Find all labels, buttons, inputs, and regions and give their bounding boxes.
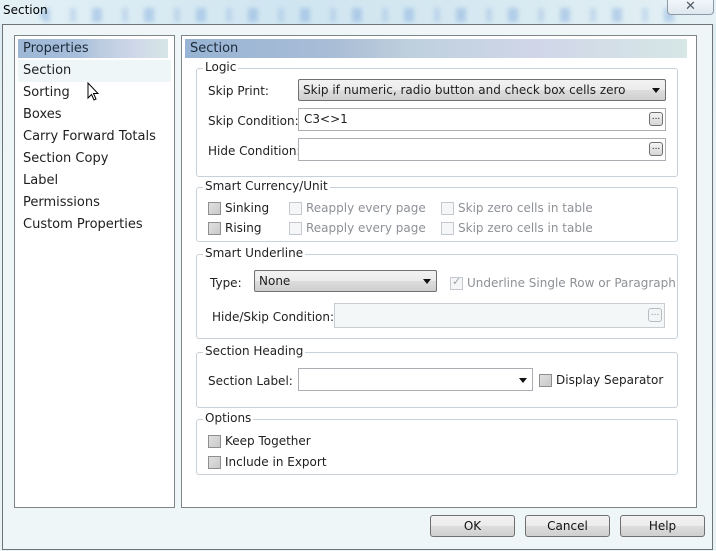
skip-zero-rising-label: Skip zero cells in table	[458, 221, 593, 235]
options-group: Options Keep Together Include in Export	[196, 411, 678, 475]
skip-zero-sinking-label: Skip zero cells in table	[458, 201, 593, 215]
checkbox-box	[539, 373, 552, 387]
skip-print-label: Skip Print:	[208, 84, 269, 98]
reapply-sinking-label: Reapply every page	[306, 201, 426, 215]
smart-underline-group: Smart Underline Type: None Underline Sin…	[196, 246, 678, 339]
section-heading-group: Section Heading Section Label: Display S…	[196, 344, 678, 408]
section-panel: Section Logic Skip Print: Skip if numeri…	[181, 35, 697, 508]
options-group-title: Options	[203, 411, 254, 425]
rising-checkbox[interactable]: Rising	[208, 221, 261, 235]
nav-item-carry-forward-totals[interactable]: Carry Forward Totals	[18, 126, 171, 148]
skip-condition-label: Skip Condition:	[208, 114, 299, 128]
cancel-button[interactable]: Cancel	[525, 515, 610, 537]
skip-print-select[interactable]: Skip if numeric, radio button and check …	[298, 79, 666, 101]
rising-label: Rising	[225, 221, 262, 235]
hide-skip-condition-label: Hide/Skip Condition:	[212, 310, 335, 324]
checkbox-box	[208, 221, 221, 235]
hide-skip-condition-input[interactable]: ...	[334, 303, 665, 328]
nav-item-custom-properties[interactable]: Custom Properties	[18, 214, 171, 236]
display-separator-label: Display Separator	[556, 373, 664, 387]
checkbox-box	[441, 201, 454, 215]
skip-print-value: Skip if numeric, radio button and check …	[303, 83, 626, 97]
section-header: Section	[185, 39, 687, 58]
close-button[interactable]: ✕	[667, 0, 714, 15]
underline-single-row-checkbox[interactable]: Underline Single Row or Paragraph	[450, 275, 676, 290]
logic-group: Logic Skip Print: Skip if numeric, radio…	[196, 60, 678, 177]
dialog-body: Properties Section Sorting Boxes Carry F…	[2, 24, 713, 550]
chevron-down-icon	[423, 279, 431, 284]
title-bar-decoration	[40, 8, 680, 22]
checkbox-box	[289, 221, 302, 235]
smart-underline-group-title: Smart Underline	[203, 246, 306, 260]
underline-type-value: None	[259, 274, 291, 288]
window-title: Section	[3, 3, 48, 17]
hide-condition-label: Hide Condition:	[208, 144, 301, 158]
nav-item-permissions[interactable]: Permissions	[18, 192, 171, 214]
checkbox-box	[208, 455, 221, 469]
checkbox-box	[208, 434, 221, 448]
mouse-cursor-icon	[87, 82, 100, 101]
close-icon: ✕	[685, 0, 696, 14]
skip-condition-input[interactable]: C3<>1 ...	[298, 108, 666, 131]
checkbox-box	[208, 201, 221, 215]
reapply-rising-checkbox[interactable]: Reapply every page	[289, 221, 426, 235]
display-separator-checkbox[interactable]: Display Separator	[539, 373, 663, 387]
hide-condition-ellipsis-button[interactable]: ...	[649, 142, 663, 156]
skip-condition-ellipsis-button[interactable]: ...	[649, 112, 663, 126]
sinking-label: Sinking	[225, 201, 270, 215]
checkbox-box	[289, 201, 302, 215]
logic-group-title: Logic	[203, 60, 239, 74]
hide-skip-ellipsis-button[interactable]: ...	[648, 308, 662, 322]
smart-currency-group-title: Smart Currency/Unit	[203, 179, 330, 193]
underline-type-select[interactable]: None	[254, 270, 437, 292]
chevron-down-icon	[652, 88, 660, 93]
properties-panel: Properties Section Sorting Boxes Carry F…	[14, 35, 175, 508]
help-button[interactable]: Help	[620, 515, 705, 537]
checkbox-box	[450, 275, 463, 290]
checkbox-box	[441, 221, 454, 235]
include-in-export-label: Include in Export	[225, 455, 327, 469]
properties-header: Properties	[18, 39, 168, 58]
section-heading-group-title: Section Heading	[203, 344, 306, 358]
section-label-select[interactable]	[298, 368, 533, 391]
nav-item-section-copy[interactable]: Section Copy	[18, 148, 171, 170]
underline-single-row-label: Underline Single Row or Paragraph	[467, 276, 676, 290]
skip-zero-sinking-checkbox[interactable]: Skip zero cells in table	[441, 201, 593, 215]
skip-zero-rising-checkbox[interactable]: Skip zero cells in table	[441, 221, 593, 235]
chevron-down-icon	[519, 378, 527, 383]
nav-item-label[interactable]: Label	[18, 170, 171, 192]
ok-button[interactable]: OK	[430, 515, 515, 537]
include-in-export-checkbox[interactable]: Include in Export	[208, 455, 327, 469]
nav-item-section[interactable]: Section	[18, 60, 171, 82]
type-label: Type:	[210, 276, 242, 290]
reapply-sinking-checkbox[interactable]: Reapply every page	[289, 201, 426, 215]
skip-condition-value: C3<>1	[304, 112, 348, 126]
nav-item-boxes[interactable]: Boxes	[18, 104, 171, 126]
reapply-rising-label: Reapply every page	[306, 221, 426, 235]
hide-condition-input[interactable]: ...	[298, 138, 666, 161]
keep-together-label: Keep Together	[225, 434, 311, 448]
title-bar: Section	[0, 0, 716, 24]
section-label-value	[299, 372, 304, 386]
smart-currency-group: Smart Currency/Unit Sinking Reapply ever…	[196, 179, 678, 242]
section-label-label: Section Label:	[208, 374, 293, 388]
sinking-checkbox[interactable]: Sinking	[208, 201, 269, 215]
keep-together-checkbox[interactable]: Keep Together	[208, 434, 311, 448]
